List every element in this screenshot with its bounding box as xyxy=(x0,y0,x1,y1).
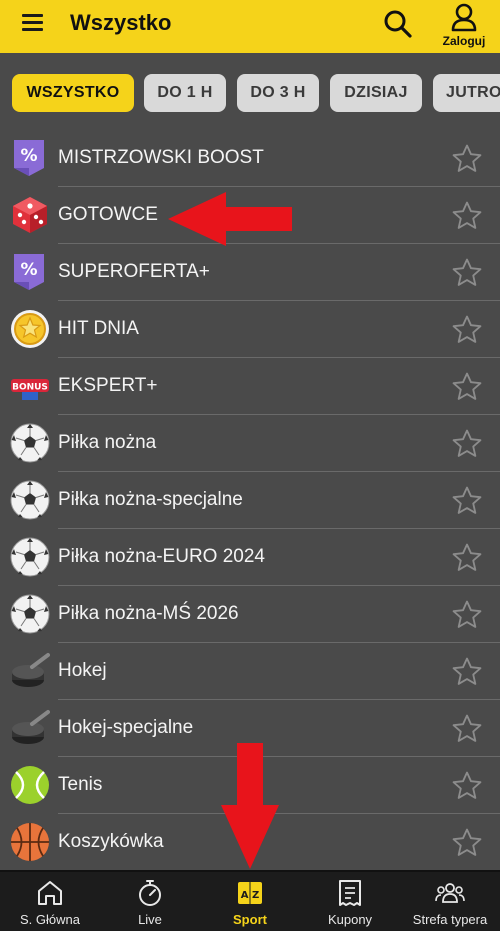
list-item-label: Hokej-specjalne xyxy=(58,717,194,738)
list-item[interactable]: Piłka nożna xyxy=(0,415,500,472)
list-item[interactable]: BONUS EKSPERT+ xyxy=(0,358,500,415)
nav-label: Live xyxy=(138,912,162,927)
filter-chip-label: DO 1 H xyxy=(157,84,213,101)
soccer-ball-icon xyxy=(10,480,50,520)
home-icon xyxy=(38,881,62,905)
nav-sport[interactable]: A Z Sport xyxy=(200,872,300,931)
favorite-star-icon[interactable] xyxy=(450,313,484,347)
tennis-ball-icon xyxy=(10,765,50,805)
list-item[interactable]: % MISTRZOWSKI BOOST xyxy=(0,130,500,187)
favorite-star-icon[interactable] xyxy=(450,199,484,233)
filter-chip-1h[interactable]: DO 1 H xyxy=(144,74,226,112)
nav-label: Sport xyxy=(233,912,267,927)
filter-chip-today[interactable]: DZISIAJ xyxy=(330,74,422,112)
hamburger-icon[interactable] xyxy=(22,14,46,38)
annotation-arrow-down-icon xyxy=(221,743,279,869)
page-title: Wszystko xyxy=(70,10,172,35)
app-header: Wszystko Zaloguj xyxy=(0,0,500,53)
filter-chip-all[interactable]: WSZYSTKO xyxy=(12,74,134,112)
stopwatch-icon xyxy=(139,880,161,906)
coupon-icon xyxy=(339,880,361,906)
list-item-label: Piłka nożna-specjalne xyxy=(58,489,243,510)
percent-ribbon-icon: % xyxy=(10,252,50,292)
nav-home[interactable]: S. Główna xyxy=(0,872,100,931)
favorite-star-icon[interactable] xyxy=(450,427,484,461)
svg-text:BONUS: BONUS xyxy=(12,383,48,393)
nav-live[interactable]: Live xyxy=(100,872,200,931)
list-item-label: Piłka nożna-MŚ 2026 xyxy=(58,603,239,624)
favorite-star-icon[interactable] xyxy=(450,541,484,575)
user-icon xyxy=(451,3,477,32)
list-item-label: HIT DNIA xyxy=(58,318,139,339)
bottom-nav: S. Główna Live A Z Sport Kupony Strefa t… xyxy=(0,870,500,931)
list-item[interactable]: Piłka nożna-specjalne xyxy=(0,472,500,529)
az-icon: A Z xyxy=(238,882,262,904)
nav-label: Strefa typera xyxy=(412,912,488,927)
list-item-label: Koszykówka xyxy=(58,831,164,852)
filter-chip-label: DZISIAJ xyxy=(344,84,408,101)
list-item[interactable]: % SUPEROFERTA+ xyxy=(0,244,500,301)
list-item-label: Piłka nożna xyxy=(58,432,157,453)
favorite-star-icon[interactable] xyxy=(450,655,484,689)
basketball-icon xyxy=(10,822,50,862)
login-label: Zaloguj xyxy=(442,34,486,48)
favorite-star-icon[interactable] xyxy=(450,484,484,518)
hockey-puck-icon xyxy=(10,651,50,691)
percent-ribbon-icon: % xyxy=(10,138,50,178)
favorite-star-icon[interactable] xyxy=(450,826,484,860)
favorite-star-icon[interactable] xyxy=(450,712,484,746)
filter-chip-tomorrow[interactable]: JUTRO xyxy=(433,74,500,112)
list-item-label: Piłka nożna-EURO 2024 xyxy=(58,546,265,567)
list-item[interactable]: Piłka nożna-MŚ 2026 xyxy=(0,586,500,643)
svg-text:A Z: A Z xyxy=(241,890,259,901)
list-item[interactable]: Hokej xyxy=(0,643,500,700)
dice-icon xyxy=(10,195,50,235)
group-icon xyxy=(435,883,465,903)
filter-chip-label: JUTRO xyxy=(446,84,500,101)
nav-label: S. Główna xyxy=(20,912,80,927)
svg-text:%: % xyxy=(20,146,37,166)
soccer-ball-icon xyxy=(10,537,50,577)
search-icon[interactable] xyxy=(382,8,414,40)
filter-chip-label: WSZYSTKO xyxy=(26,84,120,101)
nav-tipster-zone[interactable]: Strefa typera xyxy=(400,872,500,931)
favorite-star-icon[interactable] xyxy=(450,256,484,290)
favorite-star-icon[interactable] xyxy=(450,370,484,404)
favorite-star-icon[interactable] xyxy=(450,769,484,803)
login-button[interactable]: Zaloguj xyxy=(436,3,492,51)
hockey-puck-icon xyxy=(10,708,50,748)
bonus-icon: BONUS xyxy=(10,366,50,406)
favorite-star-icon[interactable] xyxy=(450,142,484,176)
nav-label: Kupony xyxy=(327,912,373,927)
time-filter-bar: WSZYSTKO DO 1 H DO 3 H DZISIAJ JUTRO xyxy=(0,53,500,133)
filter-chip-label: DO 3 H xyxy=(250,84,306,101)
list-item-label: Hokej xyxy=(58,660,107,681)
soccer-ball-icon xyxy=(10,423,50,463)
list-item-label: MISTRZOWSKI BOOST xyxy=(58,147,264,168)
list-item[interactable]: HIT DNIA xyxy=(0,301,500,358)
list-item-label: GOTOWCE xyxy=(58,204,158,225)
svg-text:%: % xyxy=(20,260,37,280)
nav-coupons[interactable]: Kupony xyxy=(300,872,400,931)
star-coin-icon xyxy=(10,309,50,349)
list-item-label: SUPEROFERTA+ xyxy=(58,261,210,282)
list-item[interactable]: Piłka nożna-EURO 2024 xyxy=(0,529,500,586)
filter-chip-3h[interactable]: DO 3 H xyxy=(237,74,319,112)
annotation-arrow-left-icon xyxy=(168,192,292,246)
list-item-label: Tenis xyxy=(58,774,103,795)
favorite-star-icon[interactable] xyxy=(450,598,484,632)
soccer-ball-icon xyxy=(10,594,50,634)
list-item-label: EKSPERT+ xyxy=(58,375,158,396)
